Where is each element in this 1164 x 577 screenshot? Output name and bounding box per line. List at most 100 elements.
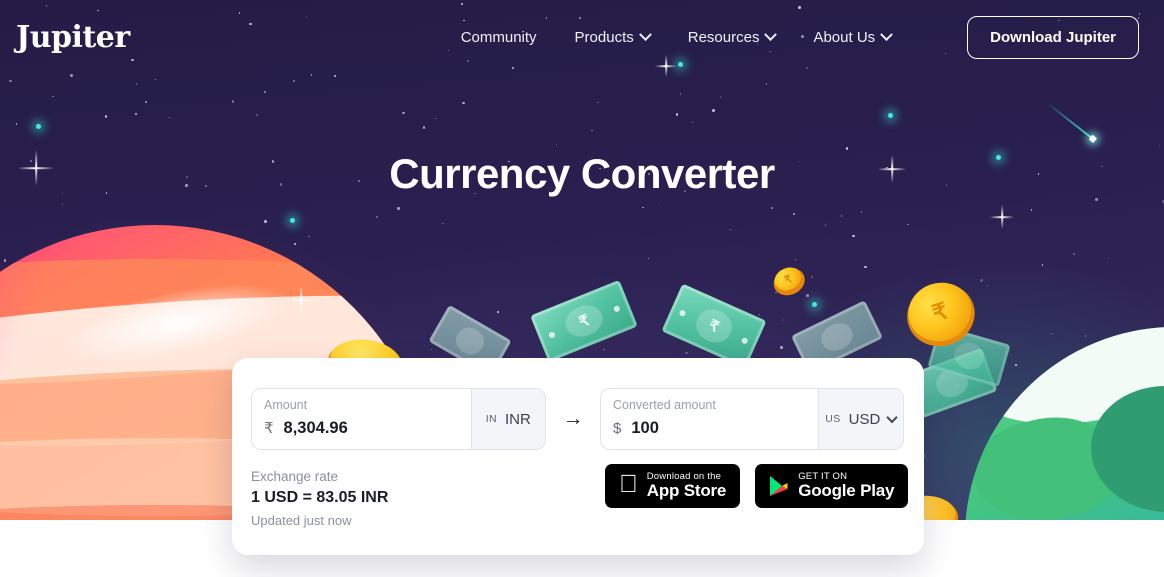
target-currency-selector[interactable]: us USD xyxy=(817,389,903,449)
banknote-emblem xyxy=(951,339,987,373)
star-icon xyxy=(334,75,336,77)
star-icon xyxy=(852,234,855,238)
star-icon xyxy=(840,215,843,217)
currency-converter-page: ₹ ₹ ₹ ₹ Jupiter Community Products Resou… xyxy=(0,0,1164,577)
glow-star-icon xyxy=(36,124,41,129)
source-currency-selector[interactable]: IN INR xyxy=(470,389,545,449)
nav-item-products[interactable]: Products xyxy=(574,28,652,46)
dollar-symbol-icon: $ xyxy=(613,420,622,437)
star-icon xyxy=(61,203,64,206)
source-amount-input-area[interactable]: Amount ₹ 8,304.96 xyxy=(252,389,471,449)
star-icon xyxy=(104,115,108,118)
banknote-dot xyxy=(613,304,622,313)
star-icon xyxy=(971,320,974,323)
nav-item-label: Products xyxy=(574,29,634,46)
banknote-emblem: ₹ xyxy=(690,304,738,348)
star-icon xyxy=(1158,144,1161,147)
star-icon xyxy=(134,112,138,116)
google-play-badge-big: Google Play xyxy=(779,481,894,501)
google-play-icon xyxy=(769,475,789,497)
chevron-down-icon xyxy=(886,411,898,424)
star-icon xyxy=(497,311,499,313)
banknote-emblem xyxy=(816,318,858,356)
star-icon xyxy=(430,348,433,350)
star-icon xyxy=(719,96,722,98)
star-icon xyxy=(642,206,644,209)
star-icon xyxy=(3,259,7,262)
banknote-dot xyxy=(740,336,749,345)
star-icon xyxy=(1030,209,1033,211)
star-icon xyxy=(263,90,267,94)
star-icon xyxy=(422,126,426,129)
jupiter-logo[interactable]: Jupiter xyxy=(16,20,130,55)
currency-converter-card: Amount ₹ 8,304.96 IN INR → Converted amo… xyxy=(232,358,924,555)
google-play-badge[interactable]: GET IT ON Google Play xyxy=(755,464,909,508)
star-icon xyxy=(675,113,679,116)
target-amount-input-area[interactable]: Converted amount $ 100 xyxy=(601,389,818,449)
star-icon xyxy=(986,284,989,287)
star-icon xyxy=(691,121,694,123)
target-amount-value-row: $ 100 xyxy=(613,419,818,438)
star-icon xyxy=(794,258,797,261)
app-store-badge[interactable]:  Download on the App Store xyxy=(605,464,741,508)
source-amount-value-row: ₹ 8,304.96 xyxy=(264,419,471,438)
star-icon xyxy=(293,80,295,82)
nav-item-about-us[interactable]: About Us xyxy=(813,28,894,46)
source-amount-field[interactable]: Amount ₹ 8,304.96 IN INR xyxy=(251,388,546,450)
conversion-direction-arrow-icon: → xyxy=(562,407,584,430)
apple-icon:  xyxy=(619,471,638,497)
star-icon xyxy=(793,213,795,215)
target-amount-value: 100 xyxy=(631,419,659,437)
nav-item-resources[interactable]: Resources xyxy=(688,28,778,46)
source-amount-value: 8,304.96 xyxy=(283,419,348,437)
target-amount-field[interactable]: Converted amount $ 100 us USD xyxy=(600,388,904,450)
star-icon xyxy=(168,116,171,119)
banknote-emblem xyxy=(451,322,489,360)
source-amount-label: Amount xyxy=(264,398,308,412)
star-icon xyxy=(775,291,777,293)
star-icon xyxy=(402,111,405,115)
chevron-down-icon xyxy=(764,28,778,42)
star-icon xyxy=(154,78,157,81)
banknote-dot xyxy=(678,309,687,318)
star-icon xyxy=(864,265,867,269)
sparkle-icon xyxy=(286,285,316,315)
nav-links: Community Products Resources About Us Do… xyxy=(461,16,1164,59)
star-icon xyxy=(907,223,909,226)
nav-item-label: Community xyxy=(460,29,537,46)
glow-star-icon xyxy=(290,218,295,223)
banknote-emblem: ₹ xyxy=(560,299,608,343)
star-icon xyxy=(1095,198,1098,201)
star-icon xyxy=(781,319,784,321)
nav-item-community[interactable]: Community xyxy=(461,29,537,46)
target-amount-label: Converted amount xyxy=(613,398,716,412)
card-bottom-row: Exchange rate 1 USD = 83.05 INR Updated … xyxy=(251,464,924,528)
star-icon xyxy=(780,346,783,349)
star-icon xyxy=(806,294,809,297)
star-icon xyxy=(145,101,147,103)
star-icon xyxy=(685,351,688,355)
star-icon xyxy=(647,257,650,260)
star-icon xyxy=(397,207,400,210)
target-currency-code: USD xyxy=(848,410,881,428)
star-icon xyxy=(264,220,267,223)
banknote-dot xyxy=(547,331,556,340)
star-icon xyxy=(765,83,767,85)
star-icon xyxy=(52,95,54,98)
star-icon xyxy=(256,114,258,116)
google-play-badge-text: GET IT ON Google Play xyxy=(798,472,894,500)
star-icon xyxy=(375,215,379,219)
star-icon xyxy=(658,203,661,206)
chevron-down-icon xyxy=(638,28,652,42)
source-country-code: IN xyxy=(485,413,497,425)
nav-item-label: About Us xyxy=(813,29,876,46)
star-icon xyxy=(591,129,593,132)
exchange-rate-value: 1 USD = 83.05 INR xyxy=(251,489,389,506)
star-icon xyxy=(729,228,732,231)
top-navigation-bar: Jupiter Community Products Resources Abo… xyxy=(0,0,1164,75)
star-icon xyxy=(824,224,827,226)
star-icon xyxy=(135,83,138,85)
star-icon xyxy=(771,207,773,209)
star-icon xyxy=(308,235,310,238)
download-jupiter-button[interactable]: Download Jupiter xyxy=(967,16,1139,59)
